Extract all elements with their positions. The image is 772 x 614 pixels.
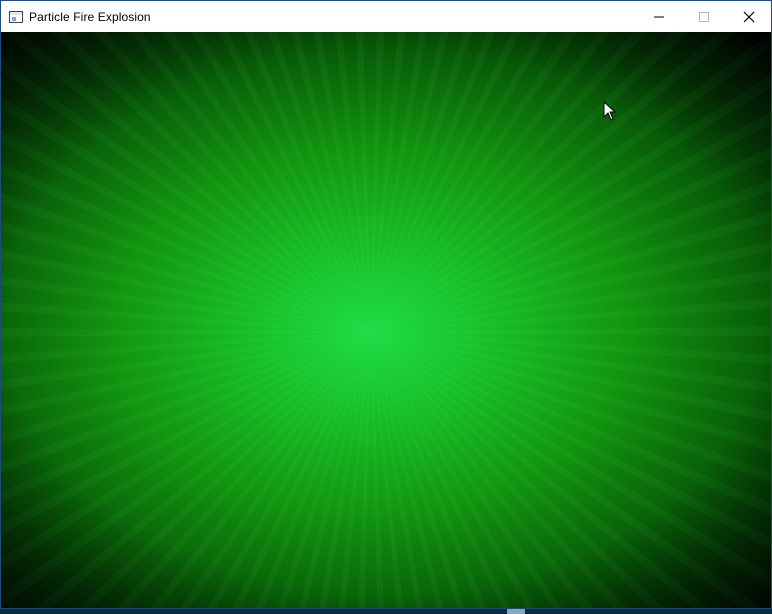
close-button[interactable]	[726, 1, 771, 32]
edge-vignette	[1, 32, 771, 608]
particle-canvas[interactable]	[1, 32, 771, 608]
maximize-icon	[698, 11, 709, 22]
maximize-button[interactable]	[681, 1, 726, 32]
window-title: Particle Fire Explosion	[29, 9, 151, 24]
title-bar[interactable]: Particle Fire Explosion	[1, 1, 771, 32]
minimize-icon	[653, 16, 664, 17]
window-app-icon[interactable]	[9, 10, 23, 23]
minimize-button[interactable]	[636, 1, 681, 32]
application-window: Particle Fire Explosion	[0, 0, 772, 609]
mouse-pointer-icon	[603, 101, 617, 121]
taskbar-strip	[0, 609, 772, 614]
taskbar-indicator	[507, 609, 525, 614]
caption-buttons	[636, 1, 771, 32]
close-icon	[743, 11, 754, 22]
